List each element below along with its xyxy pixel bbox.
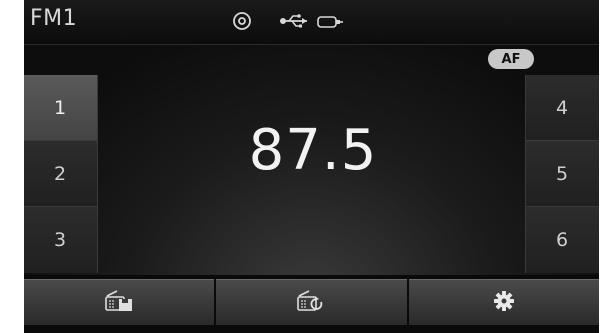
preset-label: 2: [54, 162, 67, 185]
band-label: FM1: [30, 6, 78, 31]
preset-label: 1: [54, 96, 67, 119]
settings-button[interactable]: [408, 279, 599, 325]
settings-gear-icon: [493, 290, 515, 316]
preset-button-4[interactable]: 4: [525, 75, 599, 141]
radio-scan-icon: [295, 288, 327, 318]
usb-icon: [279, 13, 309, 33]
radio-screen: FM1 1 2 3 4 5 6 AF 87.5: [24, 0, 599, 333]
save-station-button[interactable]: [24, 279, 215, 325]
preset-button-1[interactable]: 1: [24, 75, 98, 141]
preset-button-6[interactable]: 6: [525, 207, 599, 273]
af-badge[interactable]: AF: [488, 49, 534, 69]
preset-button-3[interactable]: 3: [24, 207, 98, 273]
preset-column-right: 4 5 6: [525, 75, 599, 273]
aux-icon: [317, 14, 343, 33]
preset-label: 6: [556, 229, 569, 251]
bottom-toolbar: [24, 279, 599, 325]
frequency-display: 87.5: [248, 118, 378, 183]
bottom-bezel: [24, 325, 599, 333]
scan-button[interactable]: [216, 279, 407, 325]
status-bar: FM1: [24, 0, 599, 45]
preset-button-5[interactable]: 5: [525, 141, 599, 207]
radio-save-icon: [103, 288, 135, 318]
preset-label: 5: [556, 162, 569, 185]
preset-label: 3: [54, 229, 67, 251]
preset-button-2[interactable]: 2: [24, 141, 98, 207]
preset-column-left: 1 2 3: [24, 75, 98, 273]
preset-label: 4: [556, 96, 569, 119]
disc-icon: [231, 10, 253, 36]
